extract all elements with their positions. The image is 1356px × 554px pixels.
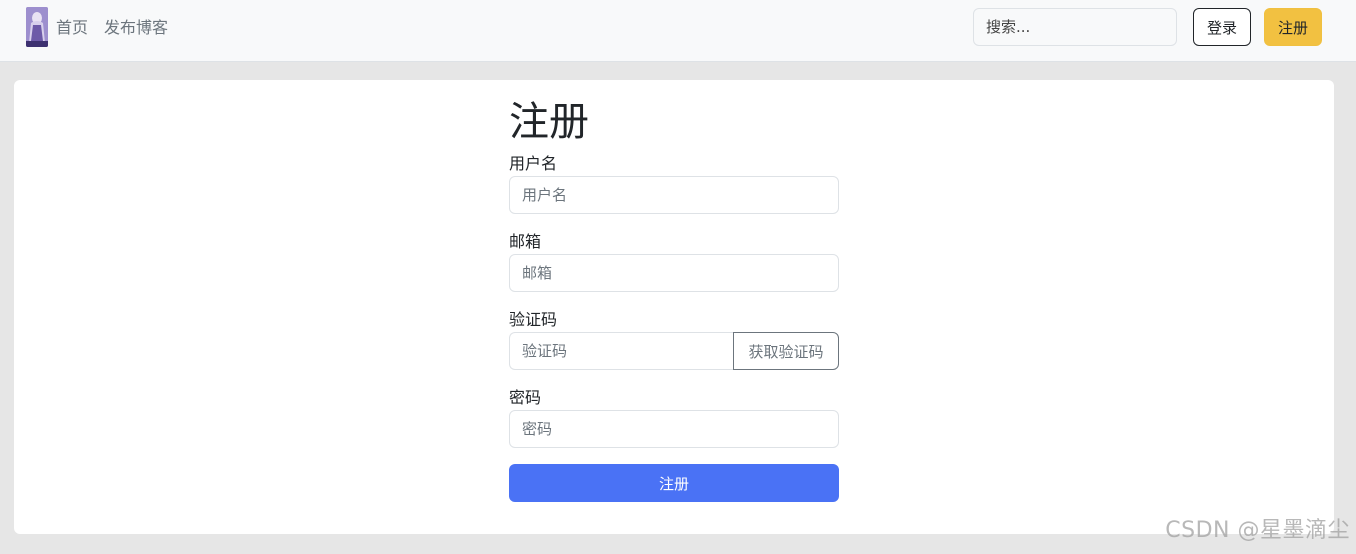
page-title: 注册 [509,99,589,145]
username-input[interactable] [509,176,839,214]
nav-link-home[interactable]: 首页 [56,18,88,38]
register-submit-button[interactable]: 注册 [509,464,839,502]
nav-link-publish-blog[interactable]: 发布博客 [104,18,168,38]
password-input[interactable] [509,410,839,448]
email-label: 邮箱 [509,232,542,251]
password-label: 密码 [509,388,542,407]
verification-code-input[interactable] [509,332,734,370]
login-button[interactable]: 登录 [1193,8,1251,46]
avatar-logo-icon[interactable] [26,7,48,47]
watermark-text: CSDN @星墨滴尘 [1165,518,1350,543]
get-code-button[interactable]: 获取验证码 [733,332,839,370]
register-nav-button[interactable]: 注册 [1264,8,1322,46]
email-input[interactable] [509,254,839,292]
navbar: 首页 发布博客 登录 注册 [0,0,1356,62]
code-label: 验证码 [509,310,558,329]
search-input[interactable] [973,8,1177,46]
username-label: 用户名 [509,154,558,173]
